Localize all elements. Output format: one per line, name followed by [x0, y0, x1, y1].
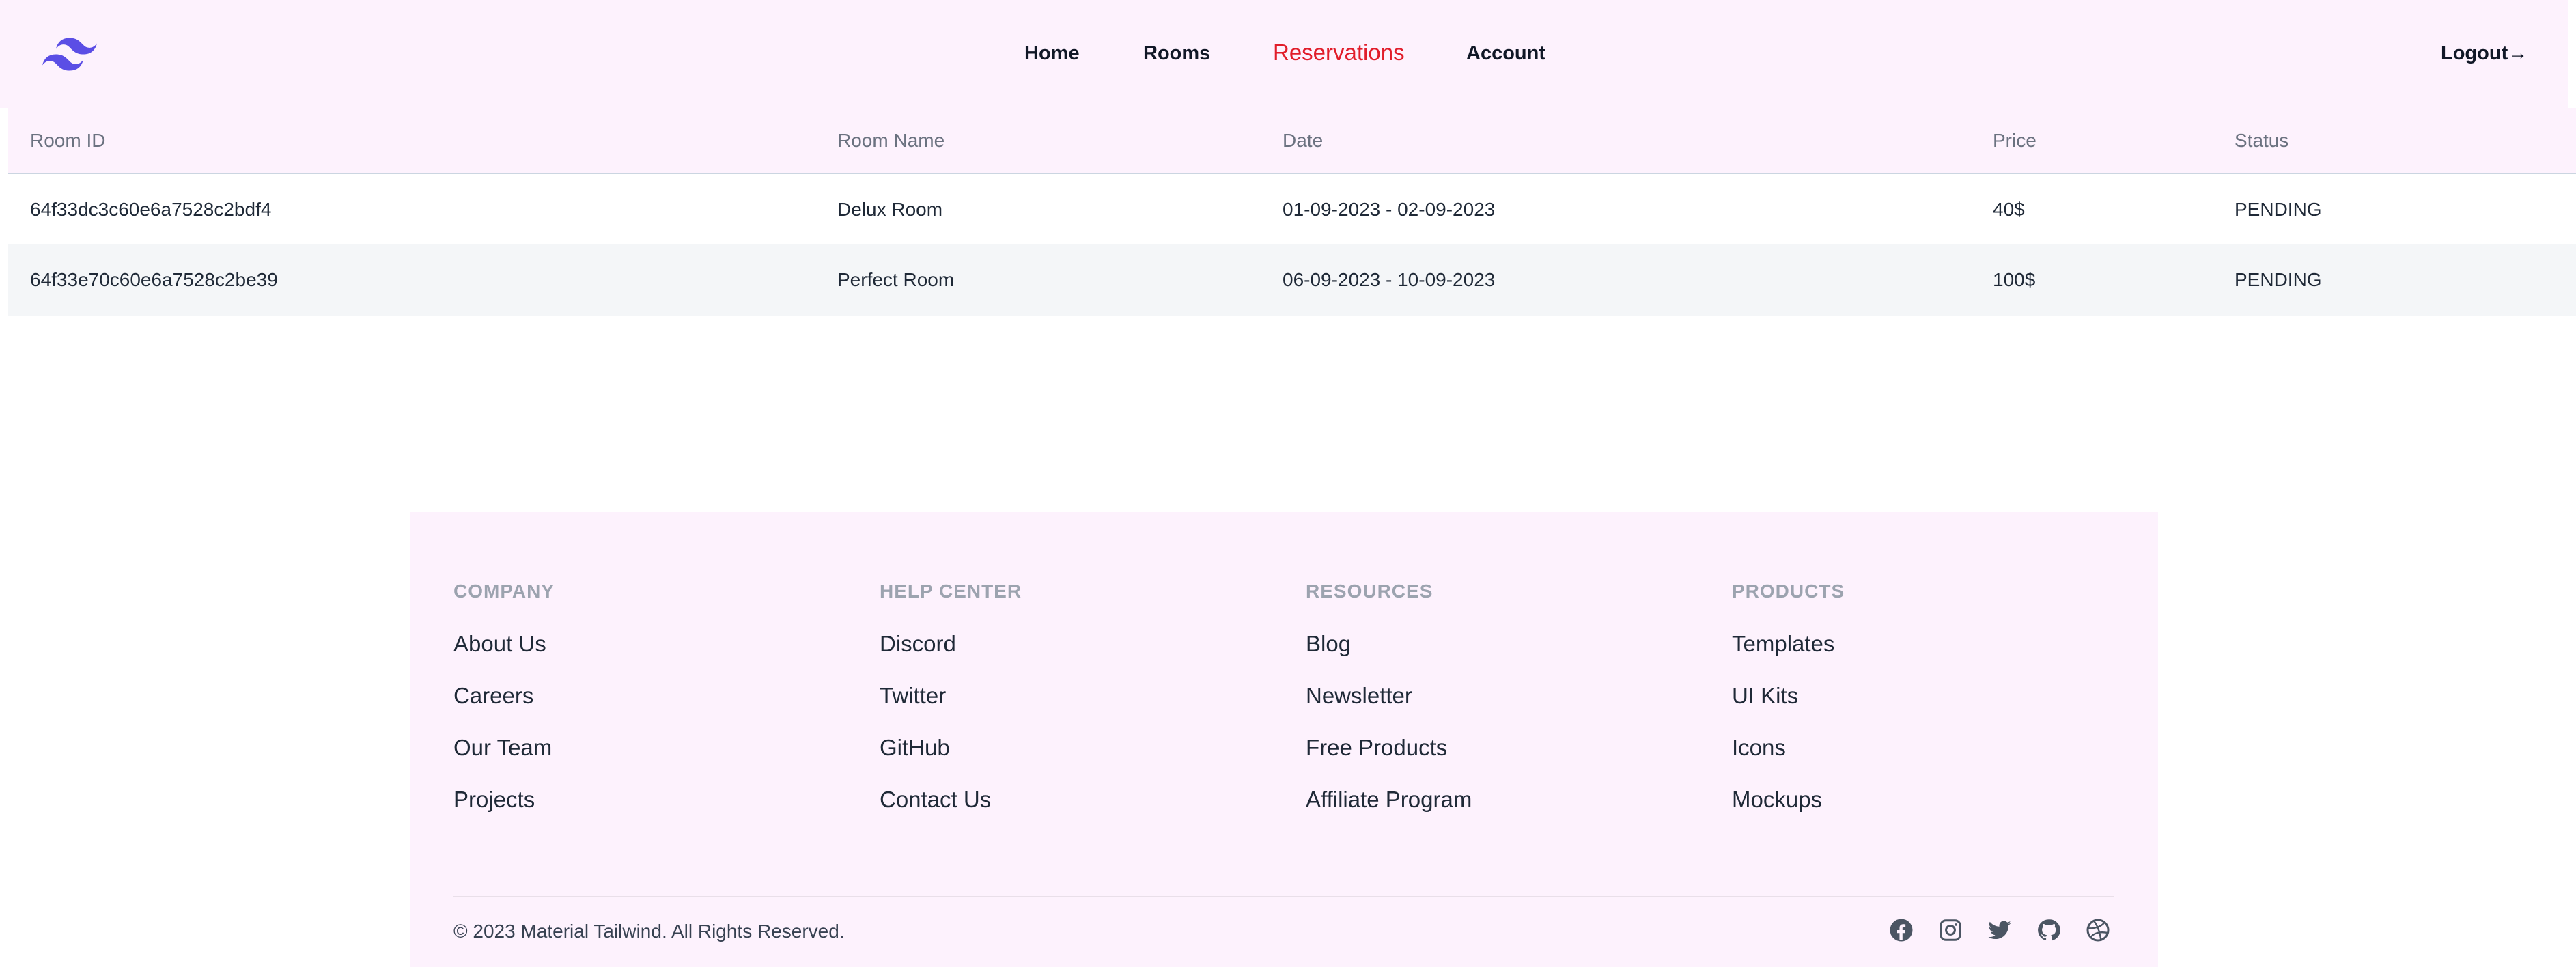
table-cell: 100$	[1993, 269, 2036, 290]
reservations-table: Room ID Room Name Date Price Status 64f33dc3…	[8, 108, 2576, 316]
footer-column-title: HELP CENTER	[880, 580, 1022, 602]
footer-link-list: About Us Careers Our Team Projects	[453, 631, 555, 839]
footer-link-list: Discord Twitter GitHub Contact Us	[880, 631, 1022, 839]
dribbble-icon[interactable]	[2086, 918, 2110, 942]
table-cell: 06-09-2023 - 10-09-2023	[1283, 269, 1496, 290]
social-links	[1889, 918, 2110, 942]
table-cell: 40$	[1993, 198, 2025, 220]
table-cell: 64f33e70c60e6a7528c2be39	[30, 269, 278, 290]
footer-link[interactable]: About Us	[453, 631, 555, 683]
footer-column: HELP CENTER Discord Twitter GitHub Contact U…	[880, 580, 1022, 839]
footer-link[interactable]: Mockups	[1732, 787, 1845, 839]
table-cell: PENDING	[2235, 269, 2322, 290]
table-row: 64f33dc3c60e6a7528c2bdf4 Delux Room 01-09-…	[8, 173, 2576, 244]
twitter-icon[interactable]	[1987, 918, 2012, 942]
footer: COMPANY About Us Careers Our Team Projects HE…	[410, 512, 2158, 967]
nav-link-rooms[interactable]: Rooms	[1143, 42, 1210, 65]
footer-link[interactable]: Affiliate Program	[1306, 787, 1472, 839]
footer-divider	[453, 896, 2114, 897]
facebook-icon[interactable]	[1889, 918, 1914, 942]
footer-link[interactable]: Blog	[1306, 631, 1472, 683]
table-header: Room ID Room Name Date Price Status	[8, 108, 2576, 173]
footer-link-list: Blog Newsletter Free Products Affiliate Pro…	[1306, 631, 1472, 839]
footer-column-title: RESOURCES	[1306, 580, 1433, 602]
table-cell: PENDING	[2235, 198, 2322, 220]
table-body: 64f33dc3c60e6a7528c2bdf4 Delux Room 01-09-…	[8, 173, 2576, 316]
table-cell: 01-09-2023 - 02-09-2023	[1283, 198, 1496, 220]
copyright-text: © 2023 Material Tailwind. All Rights Res…	[453, 921, 845, 942]
column-header: Date	[1283, 129, 1324, 151]
table-cell: Perfect Room	[837, 269, 955, 290]
navbar: Home Rooms Reservations Account Logout→	[0, 0, 2568, 108]
footer-link[interactable]: Our Team	[453, 735, 555, 787]
github-icon[interactable]	[2036, 918, 2061, 942]
footer-link[interactable]: Newsletter	[1306, 683, 1472, 735]
table-header-row: Room ID Room Name Date Price Status	[8, 108, 2576, 173]
logout-button[interactable]: Logout→	[2441, 42, 2528, 65]
footer-link[interactable]: Twitter	[880, 683, 1022, 735]
footer-column: COMPANY About Us Careers Our Team Projects	[453, 580, 555, 839]
footer-link[interactable]: Icons	[1732, 735, 1845, 787]
footer-column-title: COMPANY	[453, 580, 555, 602]
table-row: 64f33e70c60e6a7528c2be39 Perfect Room 06-0…	[8, 244, 2576, 316]
footer-link[interactable]: Projects	[453, 787, 555, 839]
footer-link[interactable]: Careers	[453, 683, 555, 735]
footer-link[interactable]: UI Kits	[1732, 683, 1845, 735]
table-cell: 64f33dc3c60e6a7528c2bdf4	[30, 198, 272, 220]
table-cell: Delux Room	[837, 198, 943, 220]
reservations-table-container: Room ID Room Name Date Price Status 64f33dc3…	[8, 108, 2576, 316]
instagram-icon[interactable]	[1938, 918, 1963, 942]
footer-link[interactable]: Free Products	[1306, 735, 1472, 787]
column-header: Status	[2235, 129, 2289, 151]
footer-link[interactable]: Contact Us	[880, 787, 1022, 839]
column-header: Room Name	[837, 129, 945, 151]
column-header: Price	[1993, 129, 2036, 151]
footer-link[interactable]: Templates	[1732, 631, 1845, 683]
footer-link[interactable]: Discord	[880, 631, 1022, 683]
column-header: Room ID	[30, 129, 106, 151]
nav-link-reservations[interactable]: Reservations	[1273, 40, 1405, 66]
nav-link-home[interactable]: Home	[1024, 42, 1080, 65]
nav-link-account[interactable]: Account	[1466, 42, 1545, 65]
footer-link[interactable]: GitHub	[880, 735, 1022, 787]
tailwind-logo-icon[interactable]	[42, 37, 97, 72]
footer-column-title: PRODUCTS	[1732, 580, 1845, 602]
footer-link-list: Templates UI Kits Icons Mockups	[1732, 631, 1845, 839]
footer-column: RESOURCES Blog Newsletter Free Products Affi…	[1306, 580, 1472, 839]
footer-column: PRODUCTS Templates UI Kits Icons Mockups	[1732, 580, 1845, 839]
